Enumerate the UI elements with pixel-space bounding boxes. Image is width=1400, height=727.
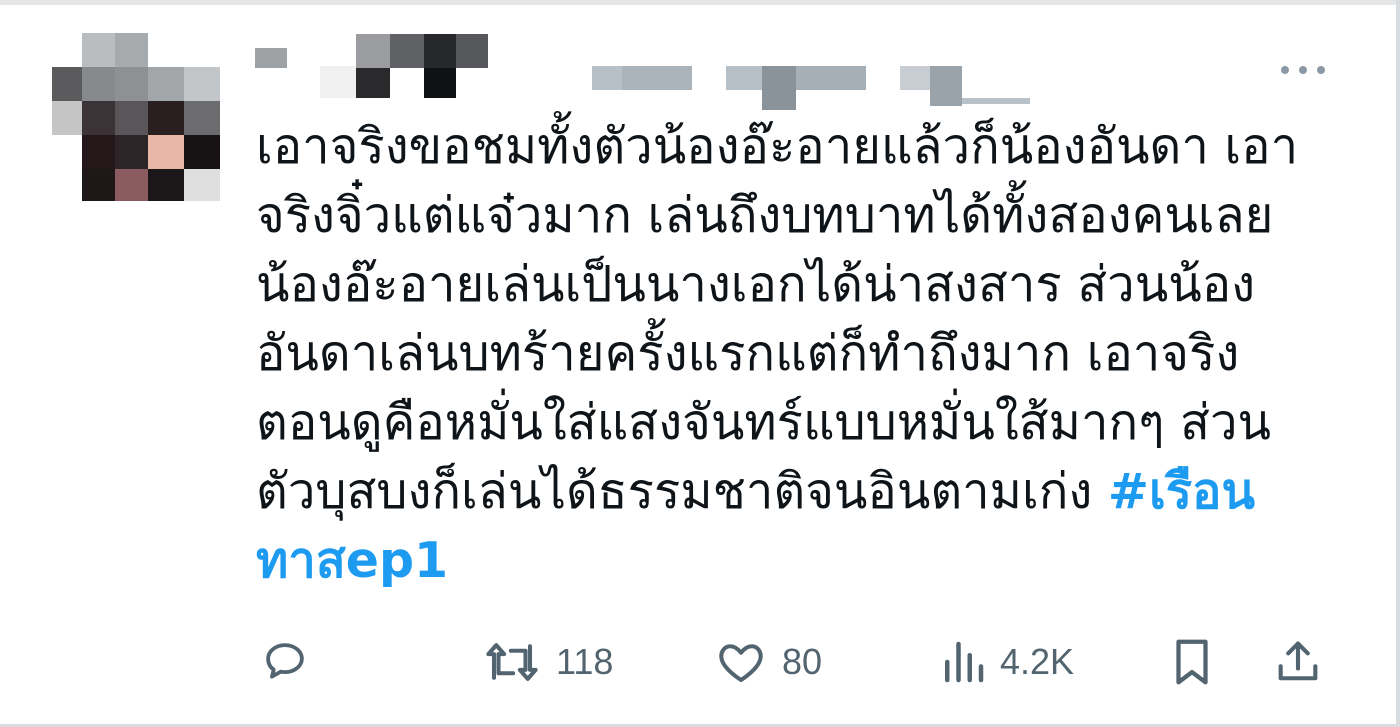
hashtag-link[interactable]: #เรือน — [1108, 463, 1255, 520]
like-count: 80 — [782, 641, 823, 682]
action-bar: 118 80 4.2K — [258, 630, 1338, 694]
share-icon — [1272, 635, 1324, 689]
tweet-text-line: น้องอ๊ะอายเล่นเป็นนางเอกได้น่าสงสาร ส่วน… — [256, 256, 1256, 313]
retweet-icon — [482, 635, 542, 689]
tweet-text: เอาจริงขอชมทั้งตัวน้องอ๊ะอายแล้วก็น้องอั… — [256, 112, 1346, 595]
tweet-text-line: เอาจริงขอชมทั้งตัวน้องอ๊ะอายแล้วก็น้องอั… — [256, 118, 1299, 175]
avatar[interactable] — [52, 33, 220, 201]
share-button[interactable] — [1272, 630, 1324, 694]
top-divider — [0, 0, 1400, 5]
hashtag-link-continued[interactable]: ทาสep1 — [256, 532, 448, 589]
tweet-text-line: ตัวบุสบงก็เล่นได้ธรรมชาติจนอินตามเก่ง #เ… — [256, 457, 1346, 526]
tweet-text-segment: ตัวบุสบงก็เล่นได้ธรรมชาติจนอินตามเก่ง — [256, 463, 1108, 520]
views-button[interactable]: 4.2K — [940, 630, 1074, 694]
author-name-censored[interactable] — [250, 30, 1030, 110]
retweet-button[interactable]: 118 — [482, 630, 613, 694]
views-count: 4.2K — [1000, 641, 1075, 682]
bookmark-button[interactable] — [1168, 630, 1216, 694]
tweet-card: เอาจริงขอชมทั้งตัวน้องอ๊ะอายแล้วก็น้องอั… — [0, 0, 1400, 727]
tweet-text-line: ตอนดูคือหมั่นใส่แสงจันทร์แบบหมั่นใส้มากๆ… — [256, 394, 1271, 451]
heart-icon — [714, 635, 768, 689]
tweet-text-line: ทาสep1 — [256, 526, 1346, 595]
tweet-text-line: อันดาเล่นบทร้ายครั้งแรกแต่ก็ทำถึงมาก เอา… — [256, 325, 1240, 382]
retweet-count: 118 — [556, 641, 614, 682]
reply-icon — [258, 635, 312, 689]
tweet-text-line: จริงจิ๋วแต่แจ๋วมาก เล่นถึงบทบาทได้ทั้งสอ… — [256, 187, 1274, 244]
like-button[interactable]: 80 — [714, 630, 822, 694]
more-options-button[interactable] — [1278, 58, 1328, 82]
views-chart-icon — [940, 635, 986, 689]
right-border — [1396, 0, 1400, 727]
bookmark-icon — [1168, 635, 1216, 689]
more-dots-icon — [1278, 58, 1328, 82]
reply-button[interactable] — [258, 630, 312, 694]
